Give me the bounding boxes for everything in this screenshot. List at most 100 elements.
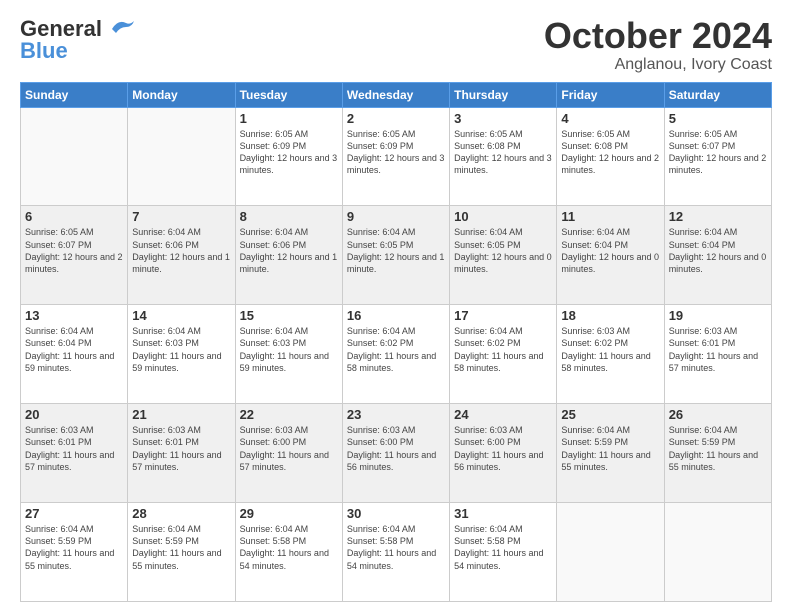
day-info: Sunrise: 6:04 AM Sunset: 6:03 PM Dayligh…	[132, 325, 230, 374]
day-number: 4	[561, 111, 659, 126]
day-number: 5	[669, 111, 767, 126]
day-info: Sunrise: 6:03 AM Sunset: 6:01 PM Dayligh…	[132, 424, 230, 473]
calendar-table: Sunday Monday Tuesday Wednesday Thursday…	[20, 82, 772, 602]
day-number: 3	[454, 111, 552, 126]
day-number: 22	[240, 407, 338, 422]
table-row: 27 Sunrise: 6:04 AM Sunset: 5:59 PM Dayli…	[21, 503, 128, 602]
table-row: 12 Sunrise: 6:04 AM Sunset: 6:04 PM Dayli…	[664, 206, 771, 305]
day-info: Sunrise: 6:05 AM Sunset: 6:09 PM Dayligh…	[240, 128, 338, 177]
day-number: 17	[454, 308, 552, 323]
table-row	[21, 107, 128, 206]
table-row: 20 Sunrise: 6:03 AM Sunset: 6:01 PM Dayli…	[21, 404, 128, 503]
day-info: Sunrise: 6:05 AM Sunset: 6:08 PM Dayligh…	[561, 128, 659, 177]
table-row: 14 Sunrise: 6:04 AM Sunset: 6:03 PM Dayli…	[128, 305, 235, 404]
day-number: 25	[561, 407, 659, 422]
table-row: 23 Sunrise: 6:03 AM Sunset: 6:00 PM Dayli…	[342, 404, 449, 503]
day-info: Sunrise: 6:05 AM Sunset: 6:08 PM Dayligh…	[454, 128, 552, 177]
table-row: 17Sunrise: 6:04 AM Sunset: 6:02 PM Dayli…	[450, 305, 557, 404]
day-info: Sunrise: 6:04 AM Sunset: 6:04 PM Dayligh…	[561, 226, 659, 275]
table-row: 5 Sunrise: 6:05 AM Sunset: 6:07 PM Daylig…	[664, 107, 771, 206]
calendar-week-row: 6 Sunrise: 6:05 AM Sunset: 6:07 PM Daylig…	[21, 206, 772, 305]
day-info: Sunrise: 6:03 AM Sunset: 6:02 PM Dayligh…	[561, 325, 659, 374]
day-info: Sunrise: 6:03 AM Sunset: 6:00 PM Dayligh…	[240, 424, 338, 473]
table-row: 28Sunrise: 6:04 AM Sunset: 5:59 PM Dayli…	[128, 503, 235, 602]
day-number: 12	[669, 209, 767, 224]
day-number: 30	[347, 506, 445, 521]
day-number: 28	[132, 506, 230, 521]
day-info: Sunrise: 6:04 AM Sunset: 6:03 PM Dayligh…	[240, 325, 338, 374]
table-row	[557, 503, 664, 602]
day-info: Sunrise: 6:05 AM Sunset: 6:07 PM Dayligh…	[669, 128, 767, 177]
table-row: 4 Sunrise: 6:05 AM Sunset: 6:08 PM Daylig…	[557, 107, 664, 206]
table-row: 2Sunrise: 6:05 AM Sunset: 6:09 PM Daylig…	[342, 107, 449, 206]
table-row: 30 Sunrise: 6:04 AM Sunset: 5:58 PM Dayli…	[342, 503, 449, 602]
table-row: 18 Sunrise: 6:03 AM Sunset: 6:02 PM Dayli…	[557, 305, 664, 404]
table-row: 7 Sunrise: 6:04 AM Sunset: 6:06 PM Daylig…	[128, 206, 235, 305]
day-number: 2	[347, 111, 445, 126]
day-info: Sunrise: 6:04 AM Sunset: 6:02 PM Dayligh…	[347, 325, 445, 374]
table-row: 29 Sunrise: 6:04 AM Sunset: 5:58 PM Dayli…	[235, 503, 342, 602]
table-row: 1 Sunrise: 6:05 AM Sunset: 6:09 PM Daylig…	[235, 107, 342, 206]
table-row: 6 Sunrise: 6:05 AM Sunset: 6:07 PM Daylig…	[21, 206, 128, 305]
table-row: 11 Sunrise: 6:04 AM Sunset: 6:04 PM Dayli…	[557, 206, 664, 305]
table-row: 22 Sunrise: 6:03 AM Sunset: 6:00 PM Dayli…	[235, 404, 342, 503]
day-info: Sunrise: 6:04 AM Sunset: 5:59 PM Dayligh…	[669, 424, 767, 473]
calendar-week-row: 13Sunrise: 6:04 AM Sunset: 6:04 PM Dayli…	[21, 305, 772, 404]
day-number: 6	[25, 209, 123, 224]
day-number: 23	[347, 407, 445, 422]
col-sunday: Sunday	[21, 82, 128, 107]
logo: General Blue	[20, 16, 136, 64]
table-row: 21 Sunrise: 6:03 AM Sunset: 6:01 PM Dayli…	[128, 404, 235, 503]
day-number: 1	[240, 111, 338, 126]
table-row: 16 Sunrise: 6:04 AM Sunset: 6:02 PM Dayli…	[342, 305, 449, 404]
calendar-week-row: 1 Sunrise: 6:05 AM Sunset: 6:09 PM Daylig…	[21, 107, 772, 206]
header: General Blue October 2024 Anglanou, Ivor…	[20, 16, 772, 74]
table-row: 8Sunrise: 6:04 AM Sunset: 6:06 PM Daylig…	[235, 206, 342, 305]
day-number: 18	[561, 308, 659, 323]
day-info: Sunrise: 6:03 AM Sunset: 6:00 PM Dayligh…	[454, 424, 552, 473]
day-info: Sunrise: 6:05 AM Sunset: 6:07 PM Dayligh…	[25, 226, 123, 275]
col-wednesday: Wednesday	[342, 82, 449, 107]
logo-bird-icon	[104, 15, 136, 37]
day-number: 24	[454, 407, 552, 422]
day-number: 14	[132, 308, 230, 323]
title-block: October 2024 Anglanou, Ivory Coast	[544, 16, 772, 74]
day-number: 10	[454, 209, 552, 224]
table-row: 19Sunrise: 6:03 AM Sunset: 6:01 PM Dayli…	[664, 305, 771, 404]
col-thursday: Thursday	[450, 82, 557, 107]
table-row: 31 Sunrise: 6:04 AM Sunset: 5:58 PM Dayli…	[450, 503, 557, 602]
day-number: 27	[25, 506, 123, 521]
col-saturday: Saturday	[664, 82, 771, 107]
table-row: 3 Sunrise: 6:05 AM Sunset: 6:08 PM Daylig…	[450, 107, 557, 206]
day-number: 29	[240, 506, 338, 521]
day-info: Sunrise: 6:04 AM Sunset: 5:59 PM Dayligh…	[25, 523, 123, 572]
day-info: Sunrise: 6:04 AM Sunset: 5:58 PM Dayligh…	[240, 523, 338, 572]
table-row: 10 Sunrise: 6:04 AM Sunset: 6:05 PM Dayli…	[450, 206, 557, 305]
table-row: 9Sunrise: 6:04 AM Sunset: 6:05 PM Daylig…	[342, 206, 449, 305]
day-number: 7	[132, 209, 230, 224]
day-info: Sunrise: 6:04 AM Sunset: 5:58 PM Dayligh…	[347, 523, 445, 572]
table-row: 15Sunrise: 6:04 AM Sunset: 6:03 PM Dayli…	[235, 305, 342, 404]
col-monday: Monday	[128, 82, 235, 107]
day-number: 31	[454, 506, 552, 521]
day-number: 19	[669, 308, 767, 323]
day-info: Sunrise: 6:04 AM Sunset: 6:04 PM Dayligh…	[669, 226, 767, 275]
calendar-header-row: Sunday Monday Tuesday Wednesday Thursday…	[21, 82, 772, 107]
day-info: Sunrise: 6:04 AM Sunset: 5:59 PM Dayligh…	[561, 424, 659, 473]
day-number: 13	[25, 308, 123, 323]
day-info: Sunrise: 6:04 AM Sunset: 5:58 PM Dayligh…	[454, 523, 552, 572]
day-number: 11	[561, 209, 659, 224]
day-number: 21	[132, 407, 230, 422]
page-subtitle: Anglanou, Ivory Coast	[544, 56, 772, 74]
day-info: Sunrise: 6:03 AM Sunset: 6:00 PM Dayligh…	[347, 424, 445, 473]
page: General Blue October 2024 Anglanou, Ivor…	[0, 0, 792, 612]
day-info: Sunrise: 6:03 AM Sunset: 6:01 PM Dayligh…	[25, 424, 123, 473]
day-info: Sunrise: 6:04 AM Sunset: 6:05 PM Dayligh…	[454, 226, 552, 275]
calendar-week-row: 20 Sunrise: 6:03 AM Sunset: 6:01 PM Dayli…	[21, 404, 772, 503]
day-number: 16	[347, 308, 445, 323]
calendar-week-row: 27 Sunrise: 6:04 AM Sunset: 5:59 PM Dayli…	[21, 503, 772, 602]
day-info: Sunrise: 6:04 AM Sunset: 6:06 PM Dayligh…	[132, 226, 230, 275]
day-number: 20	[25, 407, 123, 422]
table-row	[664, 503, 771, 602]
table-row: 25 Sunrise: 6:04 AM Sunset: 5:59 PM Dayli…	[557, 404, 664, 503]
